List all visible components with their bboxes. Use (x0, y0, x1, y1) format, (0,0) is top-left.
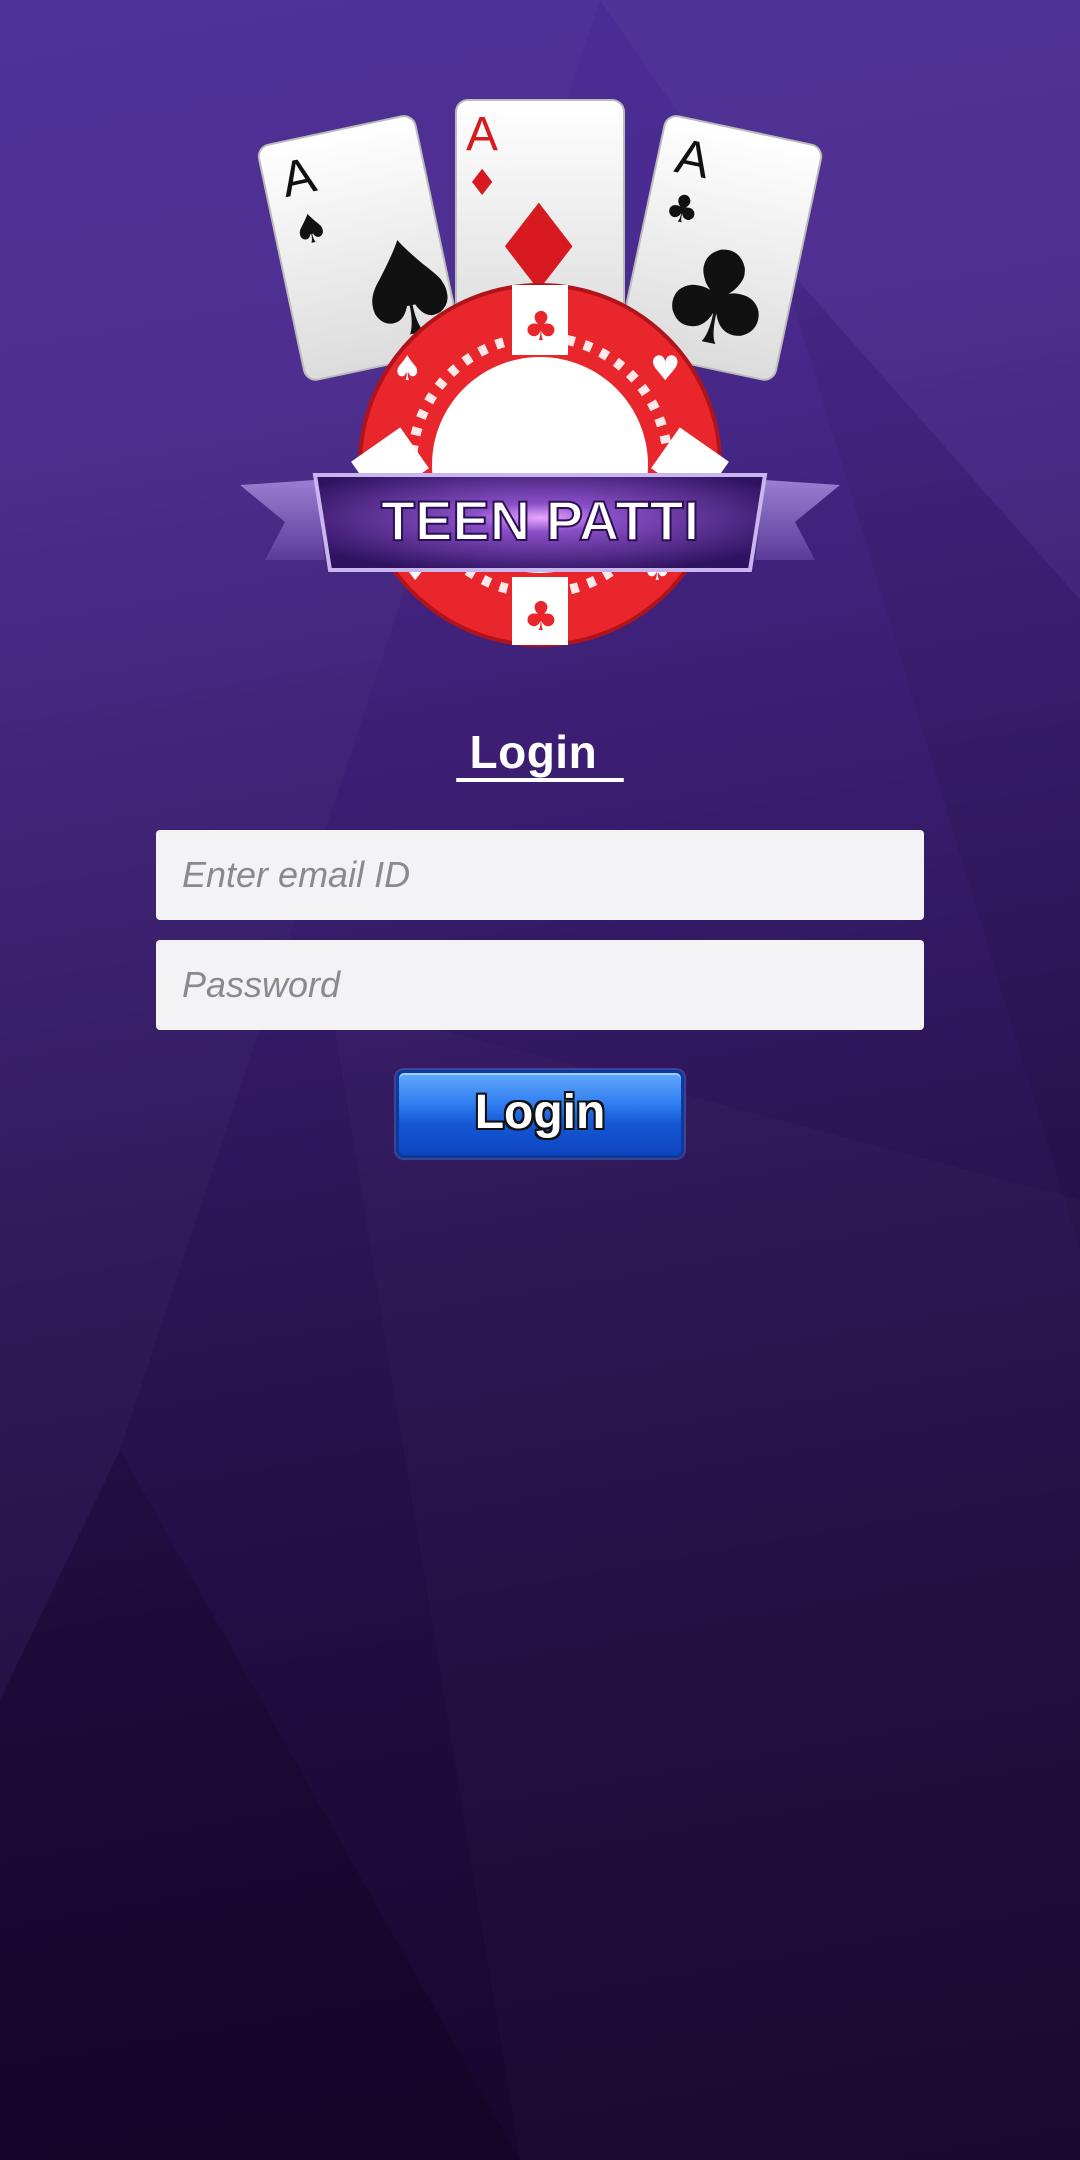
svg-text:♣: ♣ (523, 304, 559, 350)
svg-text:♣: ♣ (523, 594, 559, 640)
title-banner: TEEN PATTI (240, 473, 840, 572)
email-input[interactable] (156, 830, 924, 920)
svg-text:♥: ♥ (650, 349, 680, 389)
teen-patti-logo: A ♠ ♠ A ♣ ♣ A ♦ ♦ ♣ ♣ ♠ ♥ TEEN PATTI (240, 90, 840, 660)
banner-title: TEEN PATTI (381, 489, 699, 552)
svg-text:♠: ♠ (392, 349, 422, 389)
svg-text:A: A (466, 108, 498, 161)
password-input[interactable] (156, 940, 924, 1030)
login-button[interactable]: Login (396, 1070, 684, 1158)
login-heading: Login (456, 726, 624, 778)
